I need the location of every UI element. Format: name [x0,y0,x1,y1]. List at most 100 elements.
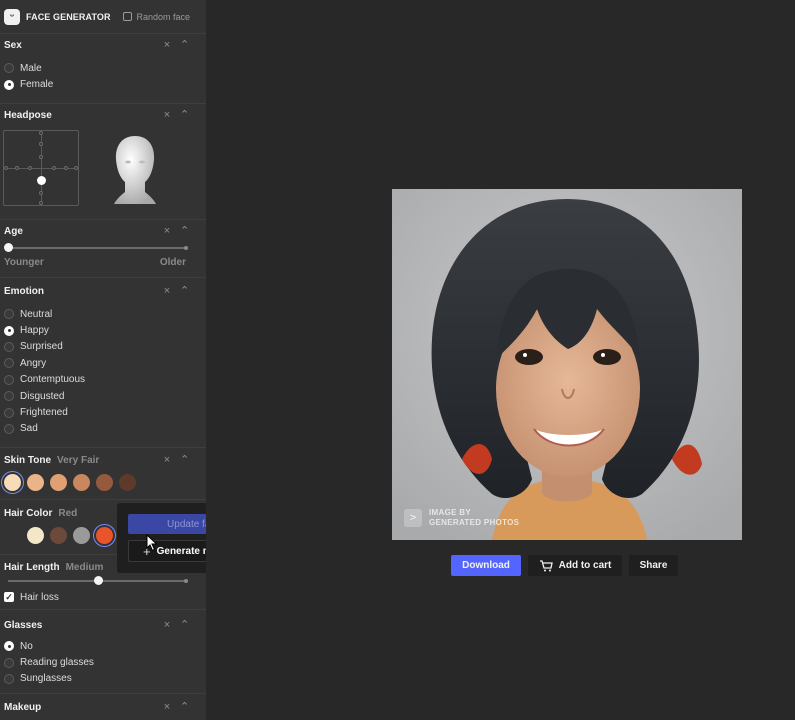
chevron-up-icon[interactable]: ⌃ [180,701,189,713]
emotion-option-happy[interactable]: Happy [4,322,202,338]
sex-section: Sex × ⌃ Male Female [0,34,206,104]
hair-loss-checkbox[interactable]: ✓ [4,592,14,603]
download-button[interactable]: Download [451,555,521,576]
option-label: Male [20,62,42,74]
skin-tone-swatch[interactable] [50,473,67,491]
sidebar: ᵕ FACE GENERATOR Random face Sex × ⌃ Male… [0,0,206,720]
sex-option-male[interactable]: Male [4,60,202,76]
option-label: Sunglasses [20,673,72,685]
radio-button[interactable] [4,423,14,434]
radio-button[interactable] [4,391,14,402]
glasses-option-reading[interactable]: Reading glasses [4,654,202,670]
option-label: Disgusted [20,390,65,402]
radio-button[interactable] [4,341,14,352]
hair-loss-checkbox-row[interactable]: ✓ Hair loss [4,589,202,605]
chevron-up-icon[interactable]: ⌃ [180,225,189,237]
close-icon[interactable]: × [163,109,171,121]
radio-button[interactable] [4,641,14,652]
cart-icon [539,559,553,571]
skin-tone-swatch[interactable] [27,473,44,491]
chevron-up-icon[interactable]: ⌃ [180,619,189,631]
skin-tone-swatch[interactable] [119,473,136,491]
chevron-up-icon[interactable]: ⌃ [180,39,189,51]
skin-tone-swatch[interactable] [4,473,21,491]
radio-button[interactable] [4,374,14,385]
chevron-up-icon[interactable]: ⌃ [180,454,189,466]
emotion-option-contemptuous[interactable]: Contemptuous [4,372,202,388]
makeup-section: Makeup × ⌃ [0,694,206,720]
age-min-label: Younger [4,257,44,268]
hair-length-value: Medium [65,561,104,573]
app-title: FACE GENERATOR [26,11,111,22]
hair-color-swatch[interactable] [50,526,67,544]
close-icon[interactable]: × [163,225,171,237]
generated-face-image: > IMAGE BY GENERATED PHOTOS [392,189,742,540]
watermark-line-1: IMAGE BY [429,508,471,517]
hair-color-swatch[interactable] [73,526,90,544]
emotion-option-neutral[interactable]: Neutral [4,306,202,322]
hair-length-slider[interactable] [4,576,202,586]
random-face-label: Random face [136,11,190,22]
hair-color-title: Hair Color [4,507,53,519]
emotion-title: Emotion [4,285,44,297]
age-title: Age [4,225,23,237]
skin-tone-swatch[interactable] [96,473,113,491]
headpose-title: Headpose [4,109,52,121]
option-label: Frightened [20,407,68,419]
emotion-option-angry[interactable]: Angry [4,355,202,371]
close-icon[interactable]: × [163,285,171,297]
radio-button[interactable] [4,657,14,668]
main-area: > IMAGE BY GENERATED PHOTOS Download Add… [206,0,795,720]
option-label: No [20,640,33,652]
option-label: Contemptuous [20,374,86,386]
photo-actions: Download Add to cart Share [451,555,678,576]
random-face-button[interactable]: Random face [123,12,190,22]
emotion-section: Emotion × ⌃ Neutral Happy Surprised Angry… [0,278,206,448]
hair-color-swatch[interactable] [4,526,21,544]
sex-option-female[interactable]: Female [4,76,202,92]
radio-button[interactable] [4,358,14,369]
skin-tone-swatch[interactable] [73,473,90,491]
hair-color-swatch[interactable] [96,526,113,544]
chevron-up-icon[interactable]: ⌃ [180,285,189,297]
radio-button[interactable] [4,325,14,336]
head-model-icon [114,136,156,204]
skin-tone-value: Very Fair [57,454,100,466]
close-icon[interactable]: × [163,39,171,51]
emotion-option-frightened[interactable]: Frightened [4,404,202,420]
add-to-cart-button[interactable]: Add to cart [528,555,622,576]
hair-length-title: Hair Length [4,561,60,573]
skin-tone-swatches [4,469,202,495]
sex-title: Sex [4,39,22,51]
radio-button[interactable] [4,63,14,74]
option-label: Female [20,79,54,91]
watermark-line-2: GENERATED PHOTOS [429,518,520,527]
share-button[interactable]: Share [629,555,678,576]
chevron-up-icon[interactable]: ⌃ [180,109,189,121]
app-logo[interactable]: ᵕ [4,8,20,25]
radio-button[interactable] [4,673,14,684]
emotion-option-sad[interactable]: Sad [4,421,202,437]
close-icon[interactable]: × [163,701,171,713]
glasses-option-no[interactable]: No [4,638,202,654]
option-label: Reading glasses [20,657,94,669]
headpose-knob[interactable] [37,176,46,185]
sidebar-header: ᵕ FACE GENERATOR Random face [0,0,206,34]
headpose-pad[interactable] [3,130,79,206]
option-label: Neutral [20,308,53,320]
hair-length-slider-knob[interactable] [93,576,103,585]
skin-tone-section: Skin Tone Very Fair × ⌃ [0,448,206,500]
close-icon[interactable]: × [163,454,171,466]
hair-color-swatch[interactable] [27,526,44,544]
radio-button[interactable] [4,309,14,320]
hair-loss-label: Hair loss [20,591,59,603]
age-slider-knob[interactable] [4,243,13,252]
emotion-option-disgusted[interactable]: Disgusted [4,388,202,404]
age-slider[interactable] [4,243,202,253]
emotion-option-surprised[interactable]: Surprised [4,339,202,355]
close-icon[interactable]: × [163,619,171,631]
radio-button[interactable] [4,79,14,90]
radio-button[interactable] [4,407,14,418]
glasses-option-sunglasses[interactable]: Sunglasses [4,671,202,687]
option-label: Surprised [20,341,63,353]
